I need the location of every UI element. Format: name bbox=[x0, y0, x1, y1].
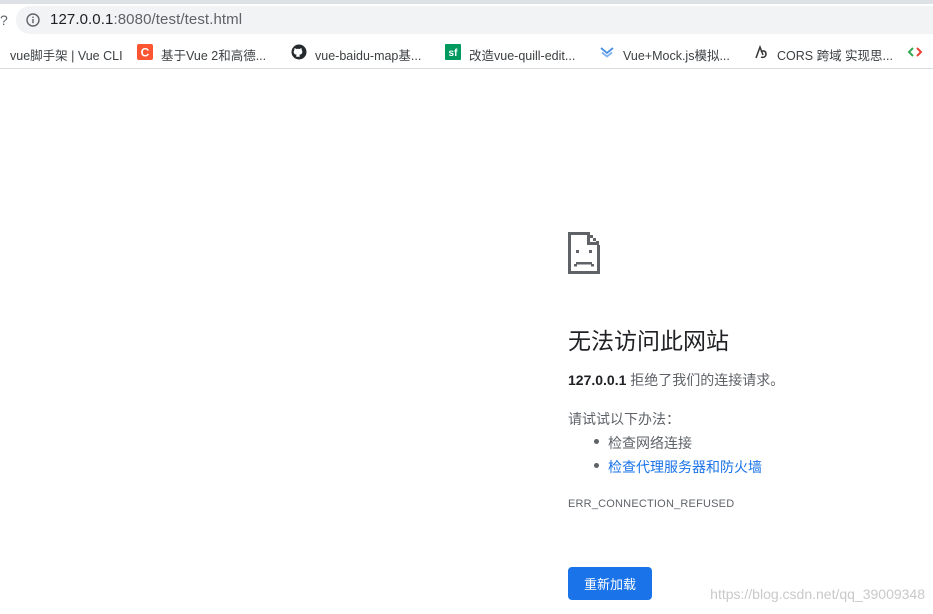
error-host: 127.0.0.1 bbox=[568, 372, 627, 388]
info-icon[interactable] bbox=[26, 13, 40, 27]
bookmark-label: 基于Vue 2和高德... bbox=[161, 49, 267, 63]
csdn-favicon-icon: C bbox=[137, 44, 153, 60]
address-bar[interactable]: 127.0.0.1:8080/test/test.html bbox=[16, 6, 933, 34]
suggestion-text: 检查网络连接 bbox=[608, 435, 692, 451]
segmentfault-icon: sf bbox=[445, 44, 461, 60]
bookmarks-bar: vue脚手架 | Vue CLI C 基于Vue 2和高德... vue-bai… bbox=[0, 38, 933, 69]
bookmark-label: vue脚手架 | Vue CLI bbox=[10, 49, 123, 63]
reload-button[interactable]: 重新加载 bbox=[568, 567, 652, 600]
bookmark-label: 改造vue-quill-edit... bbox=[469, 49, 576, 63]
bookmark-label: Vue+Mock.js模拟... bbox=[623, 49, 730, 63]
bookmark-label: vue-baidu-map基... bbox=[315, 49, 422, 63]
cors-site-icon bbox=[755, 44, 767, 59]
sad-file-icon bbox=[568, 232, 600, 274]
back-button-edge[interactable]: ? bbox=[0, 12, 8, 28]
bullet-icon bbox=[594, 439, 599, 444]
suggestions-heading: 请试试以下办法： bbox=[568, 411, 680, 427]
svg-text:sf: sf bbox=[449, 48, 459, 59]
chevrons-down-icon bbox=[600, 47, 614, 58]
watermark: https://blog.csdn.net/qq_39009348 bbox=[710, 586, 925, 602]
url-host: 127.0.0.1 bbox=[50, 11, 114, 28]
github-icon bbox=[291, 44, 307, 60]
suggestion-link[interactable]: 检查代理服务器和防火墙 bbox=[608, 457, 762, 477]
error-title: 无法访问此网站 bbox=[568, 328, 729, 354]
error-code: ERR_CONNECTION_REFUSED bbox=[568, 498, 735, 510]
bullet-icon bbox=[594, 463, 599, 468]
svg-text:C: C bbox=[141, 46, 150, 60]
url-path: :8080/test/test.html bbox=[113, 11, 243, 28]
window-top-strip bbox=[0, 0, 933, 4]
url-text[interactable]: 127.0.0.1:8080/test/test.html bbox=[50, 11, 242, 28]
bookmark-label: CORS 跨域 实现思... bbox=[777, 49, 893, 63]
code-bracket-icon bbox=[907, 47, 923, 57]
error-description: 127.0.0.1 拒绝了我们的连接请求。 bbox=[568, 370, 784, 390]
error-description-text: 拒绝了我们的连接请求。 bbox=[626, 372, 785, 388]
